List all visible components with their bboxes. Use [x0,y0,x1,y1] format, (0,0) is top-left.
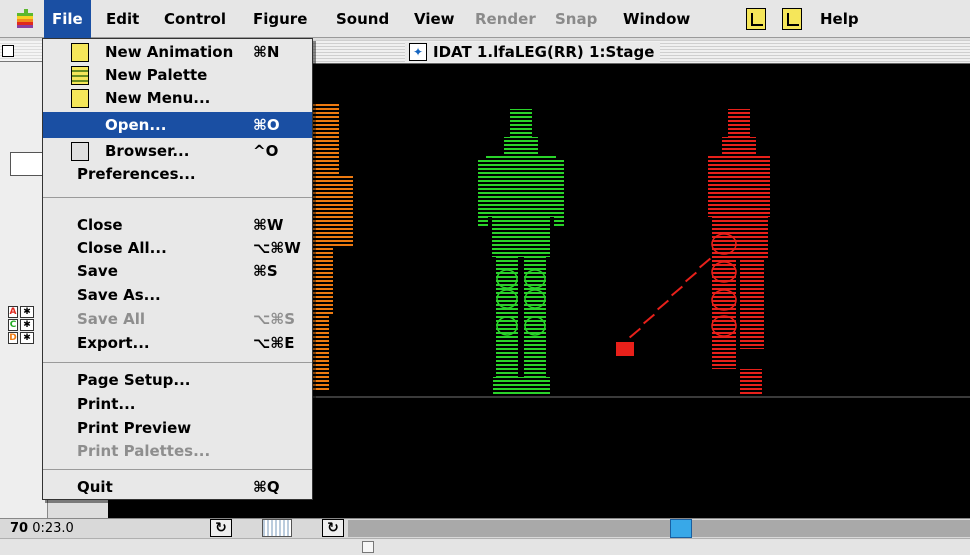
menu-sound[interactable]: Sound [328,0,397,38]
figure-icon: ✱ [20,319,34,331]
menu-file[interactable]: File [44,0,91,38]
menu-item-page-setup[interactable]: Page Setup... [43,369,312,392]
figure-icon: ✱ [20,332,34,344]
menu-item-new-animation[interactable]: New Animation ⌘N [43,41,312,64]
menu-item-new-menu[interactable]: New Menu... [43,87,312,110]
track-letter: A [8,306,18,318]
close-box-icon[interactable] [2,45,14,57]
track-letter: C [8,319,18,331]
menu-separator [43,197,312,198]
menu-item-quit[interactable]: Quit ⌘Q [43,476,312,499]
left-window: A ✱ C ✱ D ✱ [0,40,48,520]
timecode-display: 70 0:23.0 [10,521,74,536]
time-value: 0:23.0 [32,521,74,536]
menu-bar: File Edit Control Figure Sound View Rend… [0,0,970,38]
browser-icon [71,142,89,161]
menu-item-export[interactable]: Export... ⌥⌘E [43,332,312,355]
frame-number: 70 [10,521,29,536]
palette-app-icon[interactable] [746,8,766,30]
figure-icon: ✱ [20,306,34,318]
menu-item-preferences[interactable]: Preferences... [43,163,312,186]
menu-control[interactable]: Control [156,0,234,38]
palette-icon [71,66,89,85]
menu-item-save-as[interactable]: Save As... [43,284,312,307]
menu-snap[interactable]: Snap [547,0,605,38]
menu-item-print-palettes[interactable]: Print Palettes... [43,440,312,463]
green-figure [478,109,564,395]
orange-figure [313,104,353,392]
menu-item-save-all[interactable]: Save All ⌥⌘S [43,308,312,331]
menu-view[interactable]: View [406,0,463,38]
track-letter: D [8,332,18,344]
timeline-grid-icon[interactable] [262,519,292,537]
menu-item-print-preview[interactable]: Print Preview [43,417,312,440]
loop-icon[interactable]: ↻ [322,519,344,537]
stage-title-bar[interactable]: ✦ IDAT 1.lfaLEG(RR) 1:Stage [295,40,970,64]
animation-app-icon[interactable] [782,8,802,30]
menu-help[interactable]: Help [812,0,867,38]
menu-item-close[interactable]: Close ⌘W [43,214,312,237]
timeline-scrollbar[interactable] [348,520,970,537]
stage-title-box: ✦ IDAT 1.lfaLEG(RR) 1:Stage [405,42,661,62]
menu-render[interactable]: Render [467,0,544,38]
menu-item-new-palette[interactable]: New Palette [43,64,312,87]
left-window-field[interactable] [10,152,46,176]
menu-item-browser[interactable]: Browser... ^O [43,140,312,163]
timeline-scroll-thumb[interactable] [670,519,692,538]
menu-separator [43,362,312,363]
menu-item-print[interactable]: Print... [43,393,312,416]
menu-item-save[interactable]: Save ⌘S [43,260,312,283]
left-window-title-bar[interactable] [0,40,48,62]
file-menu-dropdown: New Animation ⌘N New Palette New Menu...… [42,38,313,500]
menu-window[interactable]: Window [615,0,698,38]
apple-menu-icon[interactable] [14,8,36,30]
menu-item-open[interactable]: Open... ⌘O [43,112,312,138]
menu-figure[interactable]: Figure [245,0,315,38]
stage-window-title: IDAT 1.lfaLEG(RR) 1:Stage [433,43,655,61]
menu-edit[interactable]: Edit [98,0,147,38]
timeline-status-bar: 70 0:23.0 ↻ ↻ [0,518,970,538]
menu-item-close-all[interactable]: Close All... ⌥⌘W [43,237,312,260]
figure-window-icon: ✦ [409,43,427,61]
menu-icon [71,89,89,108]
bottom-strip [0,538,970,555]
loop-icon[interactable]: ↻ [210,519,232,537]
animation-icon [71,43,89,62]
menu-separator [43,469,312,470]
document-icon[interactable] [362,541,374,553]
